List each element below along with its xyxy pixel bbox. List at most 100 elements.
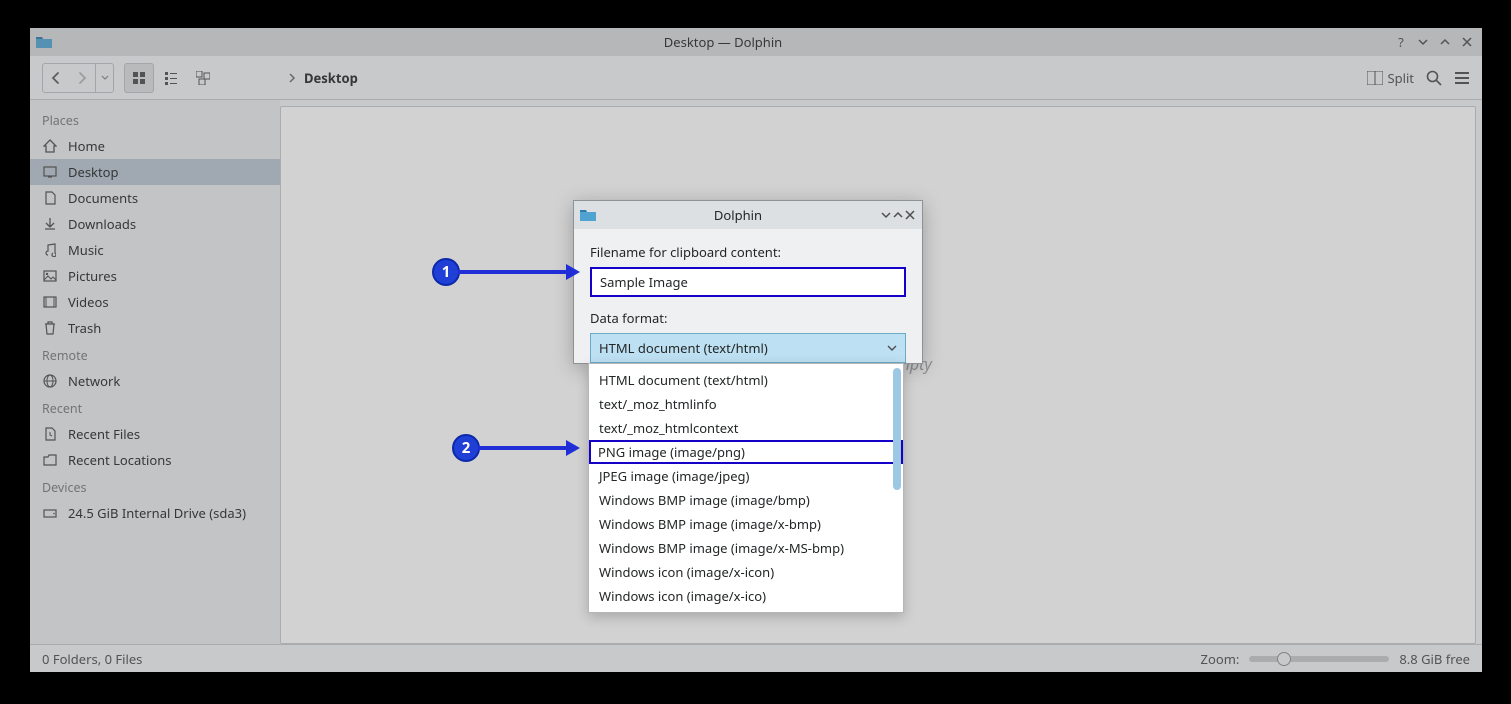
nav-buttons bbox=[42, 63, 114, 93]
folder-icon bbox=[580, 209, 596, 221]
recent-heading: Recent bbox=[30, 394, 280, 421]
annotation-2: 2 bbox=[452, 434, 582, 462]
drive-icon bbox=[42, 505, 58, 521]
dialog-titlebar: Dolphin bbox=[574, 201, 922, 229]
sidebar-item-label: Desktop bbox=[68, 163, 119, 181]
sidebar-item-label: Recent Locations bbox=[68, 451, 171, 469]
clipboard-paste-dialog: Dolphin Filename for clipboard content: … bbox=[573, 200, 923, 364]
dialog-close-button[interactable] bbox=[904, 209, 916, 221]
dropdown-option[interactable]: text/_moz_htmlcontext bbox=[589, 416, 903, 440]
annotation-1: 1 bbox=[432, 258, 582, 286]
dropdown-option[interactable]: Windows BMP image (image/x-bmp) bbox=[589, 512, 903, 536]
dialog-minimize-button[interactable] bbox=[880, 209, 892, 221]
close-button[interactable] bbox=[1458, 33, 1476, 51]
status-items: 0 Folders, 0 Files bbox=[42, 650, 142, 668]
dropdown-option[interactable]: Windows icon (image/x-ico) bbox=[589, 584, 903, 608]
trash-icon bbox=[42, 320, 58, 336]
places-heading: Places bbox=[30, 106, 280, 133]
pictures-icon bbox=[42, 268, 58, 284]
compact-view-button[interactable] bbox=[156, 63, 186, 93]
forward-button[interactable] bbox=[69, 64, 95, 92]
search-button[interactable] bbox=[1426, 70, 1442, 86]
split-button[interactable]: Split bbox=[1367, 69, 1414, 87]
detail-view-button[interactable] bbox=[188, 63, 218, 93]
dropdown-option[interactable]: PNG image (image/png) bbox=[589, 440, 903, 464]
zoom-slider[interactable] bbox=[1249, 656, 1389, 662]
sidebar-item-label: Music bbox=[68, 241, 104, 259]
split-label: Split bbox=[1387, 69, 1414, 87]
dropdown-option[interactable]: Windows icon (image/x-icon) bbox=[589, 560, 903, 584]
dialog-title: Dolphin bbox=[596, 206, 880, 224]
sidebar-item-desktop[interactable]: Desktop bbox=[30, 159, 280, 185]
sidebar-item-documents[interactable]: Documents bbox=[30, 185, 280, 211]
places-panel: Places Home Desktop Documents Downloads … bbox=[30, 100, 280, 644]
back-button[interactable] bbox=[43, 64, 69, 92]
sidebar-item-home[interactable]: Home bbox=[30, 133, 280, 159]
sidebar-item-recent-locations[interactable]: Recent Locations bbox=[30, 447, 280, 473]
sidebar-item-label: Documents bbox=[68, 189, 138, 207]
network-icon bbox=[42, 373, 58, 389]
menu-button[interactable] bbox=[1454, 71, 1470, 85]
videos-icon bbox=[42, 294, 58, 310]
sidebar-item-downloads[interactable]: Downloads bbox=[30, 211, 280, 237]
dropdown-option[interactable]: text/_moz_htmlinfo bbox=[589, 392, 903, 416]
hamburger-icon bbox=[1454, 71, 1470, 85]
remote-heading: Remote bbox=[30, 341, 280, 368]
dialog-maximize-button[interactable] bbox=[892, 209, 904, 221]
chevron-right-icon bbox=[288, 72, 296, 84]
sidebar-item-trash[interactable]: Trash bbox=[30, 315, 280, 341]
zoom-label: Zoom: bbox=[1201, 650, 1240, 668]
dropdown-option[interactable]: Windows BMP image (image/x-MS-bmp) bbox=[589, 536, 903, 560]
dropdown-option[interactable]: HTML document (text/html) bbox=[589, 368, 903, 392]
home-icon bbox=[42, 138, 58, 154]
sidebar-item-label: Home bbox=[68, 137, 105, 155]
dropdown-option[interactable]: JPEG image (image/jpeg) bbox=[589, 464, 903, 488]
nav-history-dropdown[interactable] bbox=[95, 64, 113, 92]
breadcrumb[interactable]: Desktop bbox=[288, 69, 358, 87]
format-combobox[interactable]: HTML document (text/html) bbox=[590, 333, 906, 363]
dropdown-option[interactable]: Windows BMP image (image/bmp) bbox=[589, 488, 903, 512]
titlebar: Desktop — Dolphin ? bbox=[30, 28, 1482, 56]
sidebar-item-network[interactable]: Network bbox=[30, 368, 280, 394]
sidebar-item-videos[interactable]: Videos bbox=[30, 289, 280, 315]
document-icon bbox=[42, 190, 58, 206]
folder-icon bbox=[36, 36, 58, 48]
minimize-button[interactable] bbox=[1414, 33, 1432, 51]
window-title: Desktop — Dolphin bbox=[58, 33, 1388, 51]
free-space: 8.8 GiB free bbox=[1399, 650, 1470, 668]
sidebar-item-pictures[interactable]: Pictures bbox=[30, 263, 280, 289]
format-label: Data format: bbox=[590, 309, 906, 327]
music-icon bbox=[42, 242, 58, 258]
sidebar-item-label: Network bbox=[68, 372, 120, 390]
sidebar-item-internal-drive[interactable]: 24.5 GiB Internal Drive (sda3) bbox=[30, 500, 280, 526]
filename-label: Filename for clipboard content: bbox=[590, 243, 906, 261]
sidebar-item-label: 24.5 GiB Internal Drive (sda3) bbox=[68, 504, 246, 522]
format-dropdown-list: HTML document (text/html)text/_moz_htmli… bbox=[588, 363, 904, 613]
combo-selected-text: HTML document (text/html) bbox=[599, 339, 768, 357]
dropdown-scrollbar[interactable] bbox=[893, 368, 901, 490]
view-mode-buttons bbox=[124, 63, 218, 93]
chevron-down-icon bbox=[887, 344, 897, 352]
sidebar-item-label: Pictures bbox=[68, 267, 117, 285]
sidebar-item-recent-files[interactable]: Recent Files bbox=[30, 421, 280, 447]
download-icon bbox=[42, 216, 58, 232]
annotation-badge: 2 bbox=[452, 434, 480, 462]
zoom-thumb[interactable] bbox=[1277, 652, 1291, 666]
sidebar-item-label: Downloads bbox=[68, 215, 136, 233]
desktop-icon bbox=[42, 164, 58, 180]
annotation-badge: 1 bbox=[432, 258, 460, 286]
sidebar-item-music[interactable]: Music bbox=[30, 237, 280, 263]
sidebar-item-label: Recent Files bbox=[68, 425, 140, 443]
recent-files-icon bbox=[42, 426, 58, 442]
split-icon bbox=[1367, 71, 1383, 85]
maximize-button[interactable] bbox=[1436, 33, 1454, 51]
search-icon bbox=[1426, 70, 1442, 86]
help-button[interactable]: ? bbox=[1392, 33, 1410, 51]
statusbar: 0 Folders, 0 Files Zoom: 8.8 GiB free bbox=[30, 644, 1482, 672]
toolbar: Desktop Split bbox=[30, 56, 1482, 100]
breadcrumb-current[interactable]: Desktop bbox=[304, 69, 358, 87]
icon-view-button[interactable] bbox=[124, 63, 154, 93]
filename-input[interactable] bbox=[590, 267, 906, 297]
arrow-icon bbox=[458, 262, 582, 282]
devices-heading: Devices bbox=[30, 473, 280, 500]
